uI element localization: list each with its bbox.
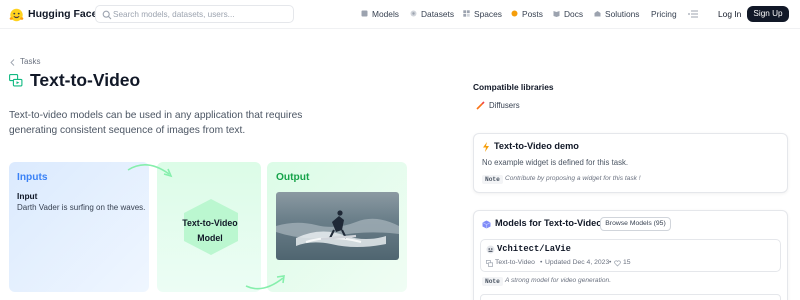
brand-name[interactable]: Hugging Face — [28, 8, 97, 20]
cube-icon — [482, 220, 491, 229]
meta-separator: • — [540, 259, 543, 266]
chevron-left-icon — [10, 59, 15, 66]
surfing-video-thumbnail[interactable] — [276, 192, 399, 260]
contribute-note[interactable]: Contribute by proposing a widget for thi… — [505, 175, 641, 182]
nav-label-posts: Posts — [522, 9, 543, 19]
input-prompt-text: Darth Vader is surfing on the waves. — [17, 203, 146, 212]
avatar — [486, 245, 495, 254]
dot-icon — [511, 10, 518, 17]
note-badge: Note — [482, 175, 503, 184]
nav-label-spaces: Spaces — [474, 9, 502, 19]
demo-text: No example widget is defined for this ta… — [482, 158, 629, 167]
diffusers-icon — [476, 101, 485, 110]
model-label-line1: Text-to-Video — [182, 218, 238, 228]
search-input[interactable] — [113, 7, 291, 22]
database-icon — [410, 10, 417, 17]
model-likes: 15 — [623, 259, 631, 266]
login-link[interactable]: Log In — [718, 9, 741, 19]
model-list-item[interactable] — [480, 294, 781, 300]
text-to-video-icon — [486, 260, 493, 267]
grid-icon — [463, 10, 470, 17]
building-icon — [594, 11, 601, 17]
model-task: Text-to-Video — [495, 259, 535, 266]
breadcrumb-tasks[interactable]: Tasks — [20, 57, 40, 66]
library-diffusers[interactable]: Diffusers — [489, 101, 520, 110]
task-description: Text-to-video models can be used in any … — [9, 110, 303, 136]
search-icon — [102, 10, 112, 20]
model-label: Text-to-Video Model — [170, 216, 250, 246]
nav-label-datasets: Datasets — [421, 9, 455, 19]
inputs-heading: Inputs — [17, 172, 48, 183]
note-badge: Note — [482, 277, 503, 286]
output-heading: Output — [276, 172, 310, 183]
cube-icon — [361, 10, 368, 17]
demo-title: Text-to-Video demo — [494, 141, 579, 151]
signup-button[interactable]: Sign Up — [747, 6, 789, 22]
model-note: A strong model for video generation. — [505, 277, 612, 284]
model-name[interactable]: Vchitect/LaVie — [497, 244, 571, 254]
compatible-libraries-heading: Compatible libraries — [473, 82, 554, 92]
flow-arrow-icon — [127, 164, 173, 178]
menu-icon[interactable] — [688, 10, 698, 18]
nav-label-solutions: Solutions — [605, 9, 640, 19]
model-label-line2: Model — [197, 233, 223, 243]
meta-separator: • — [609, 259, 612, 266]
nav-label-docs: Docs — [564, 9, 584, 19]
lightning-icon — [483, 142, 489, 152]
text-to-video-icon — [9, 74, 23, 87]
nav-label-pricing: Pricing — [651, 9, 677, 19]
input-label: Input — [17, 191, 38, 201]
top-navbar: Hugging Face Models Datasets Spaces Post… — [0, 0, 800, 29]
model-updated: Updated Dec 4, 2023 — [545, 259, 610, 266]
search-box[interactable] — [95, 5, 294, 23]
models-title: Models for Text-to-Video — [495, 218, 602, 228]
page-title: Text-to-Video — [30, 70, 141, 90]
nav-label-models: Models — [372, 9, 399, 19]
browse-models-button[interactable]: Browse Models (95) — [600, 217, 671, 231]
heart-icon — [614, 260, 621, 267]
hugging-face-logo-icon[interactable] — [9, 8, 24, 22]
book-icon — [553, 11, 560, 17]
flow-arrow-icon — [245, 275, 285, 290]
